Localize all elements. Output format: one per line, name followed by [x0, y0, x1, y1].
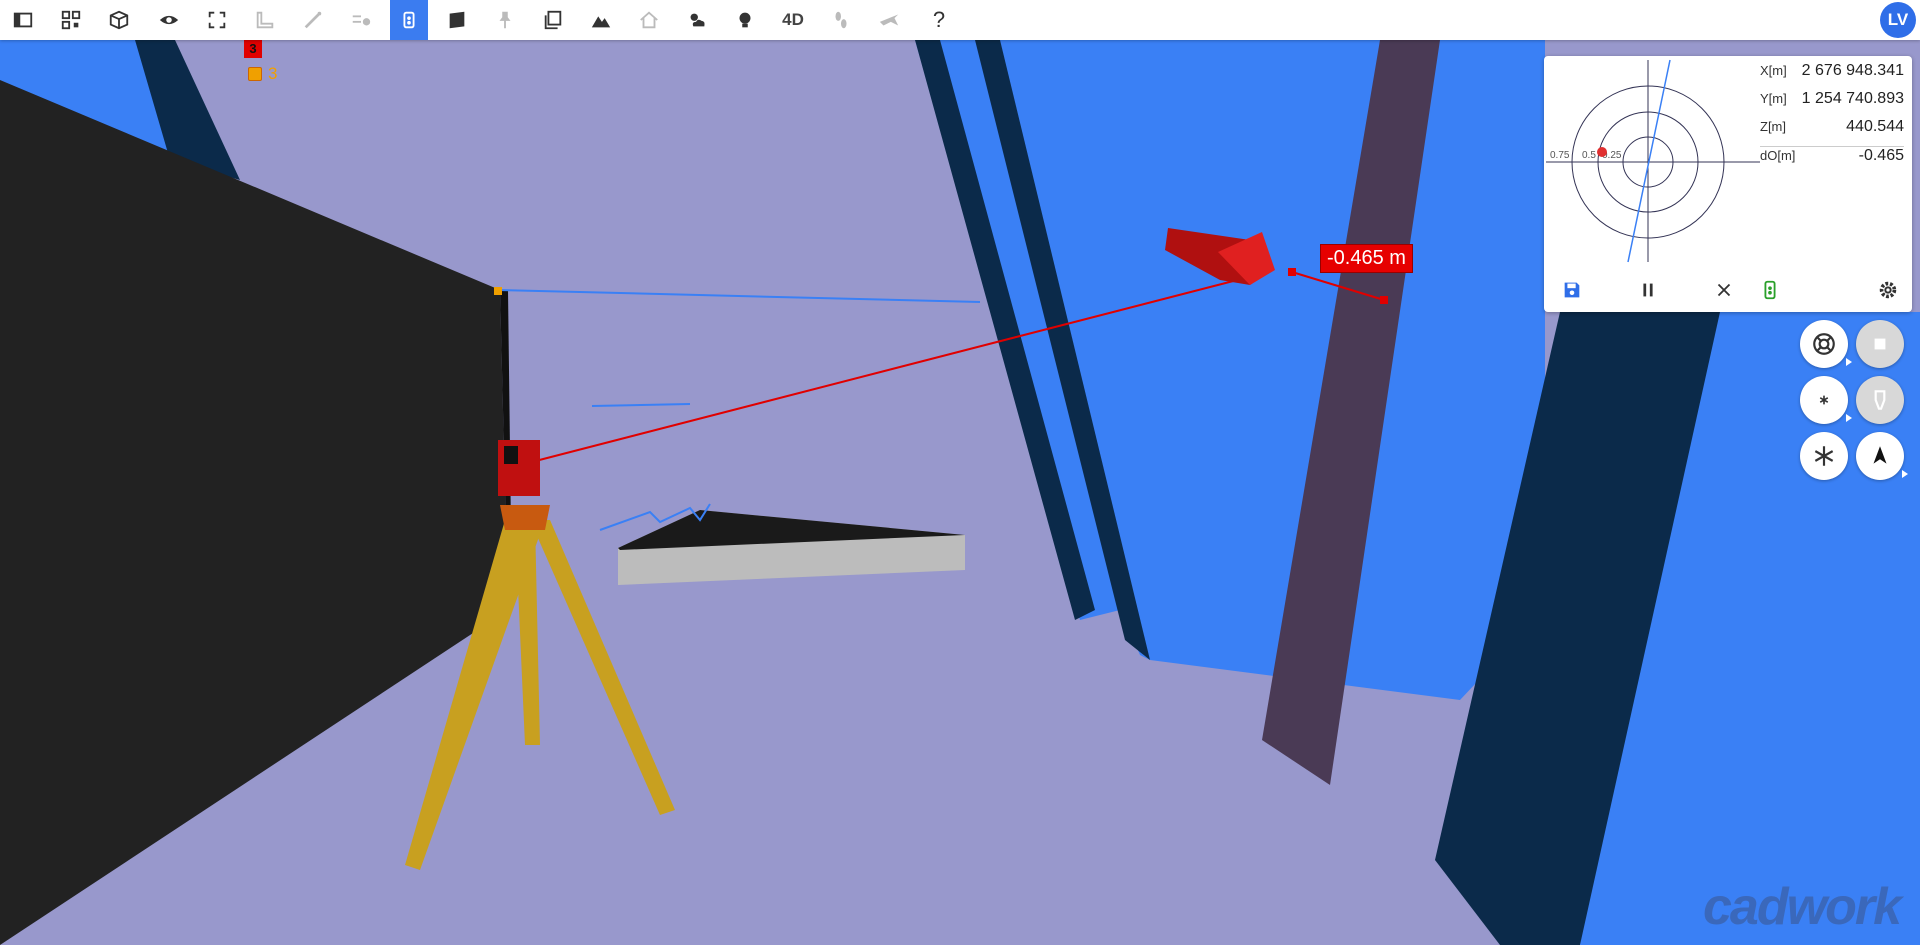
coord-value-y: 1 254 740.893: [1801, 90, 1904, 107]
coord-value-z: 440.544: [1846, 118, 1904, 135]
walk-icon[interactable]: [822, 0, 860, 40]
fullscreen-icon[interactable]: [198, 0, 236, 40]
cadwork-logo: cadwork: [1703, 878, 1902, 936]
orange-marker-icon: [248, 67, 262, 81]
weather-icon[interactable]: [678, 0, 716, 40]
4d-text: 4D: [782, 10, 804, 29]
north-arrow-button[interactable]: [1856, 432, 1908, 480]
stop-button[interactable]: [1856, 320, 1904, 368]
eye-icon[interactable]: [150, 0, 188, 40]
total-station-icon[interactable]: [390, 0, 428, 40]
marker-count-orange: 3: [248, 64, 277, 84]
gear-icon[interactable]: [1874, 276, 1902, 304]
qr-code-icon[interactable]: [52, 0, 90, 40]
coord-key-do: dO[m]: [1760, 148, 1796, 163]
north-arrow-icon: [1873, 446, 1887, 464]
plane-icon[interactable]: [870, 0, 908, 40]
4d-label[interactable]: 4D: [774, 0, 812, 40]
asterisk-large-icon: [1814, 446, 1834, 466]
prism-icon: [1874, 390, 1886, 410]
copy-icon[interactable]: [534, 0, 572, 40]
pin-icon[interactable]: [486, 0, 524, 40]
marker-count-orange-value: 3: [268, 64, 278, 83]
total-station-status-icon[interactable]: [1756, 276, 1784, 304]
coord-value-x: 2 676 948.341: [1801, 62, 1904, 79]
sidebar-toggle-icon[interactable]: [4, 0, 42, 40]
help-text: ?: [932, 7, 946, 32]
prism-button[interactable]: [1856, 376, 1904, 424]
save-icon[interactable]: [1558, 276, 1586, 304]
ring-label-05: 0.5: [1582, 150, 1596, 161]
house-icon[interactable]: [630, 0, 668, 40]
top-toolbar: 4D ? LV: [0, 0, 1920, 40]
asterisk-small-icon: [1819, 395, 1829, 405]
lifebuoy-icon: [1813, 333, 1835, 355]
ring-label-075: 0.75: [1550, 150, 1570, 161]
target-plot: 0.75 0.5 0.25: [1546, 59, 1760, 263]
lifebuoy-button[interactable]: [1800, 320, 1852, 368]
map-layers-icon[interactable]: [438, 0, 476, 40]
coord-row-do: dO[m] -0.465: [1760, 146, 1904, 175]
help-icon[interactable]: ?: [920, 0, 958, 40]
coord-row-x: X[m] 2 676 948.341: [1760, 62, 1904, 90]
pause-icon[interactable]: [1634, 276, 1662, 304]
asterisk-small-button[interactable]: [1800, 376, 1852, 424]
location-list-icon[interactable]: [342, 0, 380, 40]
asterisk-large-button[interactable]: [1800, 432, 1848, 480]
wand-icon[interactable]: [294, 0, 332, 40]
avatar[interactable]: LV: [1880, 2, 1916, 38]
coord-row-z: Z[m] 440.544: [1760, 118, 1904, 146]
coord-value-do: -0.465: [1858, 147, 1904, 164]
coord-key-x: X[m]: [1760, 63, 1787, 78]
panel-actions: [1544, 268, 1912, 312]
deviation-panel: 0.75 0.5 0.25 X[m] 2 676 948.341 Y[m] 1 …: [1544, 56, 1912, 312]
ruler-icon[interactable]: [246, 0, 284, 40]
bulb-icon[interactable]: [726, 0, 764, 40]
coord-key-y: Y[m]: [1760, 91, 1787, 106]
coord-row-y: Y[m] 1 254 740.893: [1760, 90, 1904, 118]
deviation-point: [1597, 147, 1607, 157]
terrain-icon[interactable]: [582, 0, 620, 40]
coord-key-z: Z[m]: [1760, 119, 1786, 134]
close-icon[interactable]: [1710, 276, 1738, 304]
cube-view-icon[interactable]: [100, 0, 138, 40]
deviation-label: -0.465 m: [1320, 244, 1413, 273]
marker-count-red: 3: [244, 40, 262, 58]
coordinates-readout: X[m] 2 676 948.341 Y[m] 1 254 740.893 Z[…: [1760, 62, 1904, 175]
stop-icon: [1874, 338, 1886, 350]
